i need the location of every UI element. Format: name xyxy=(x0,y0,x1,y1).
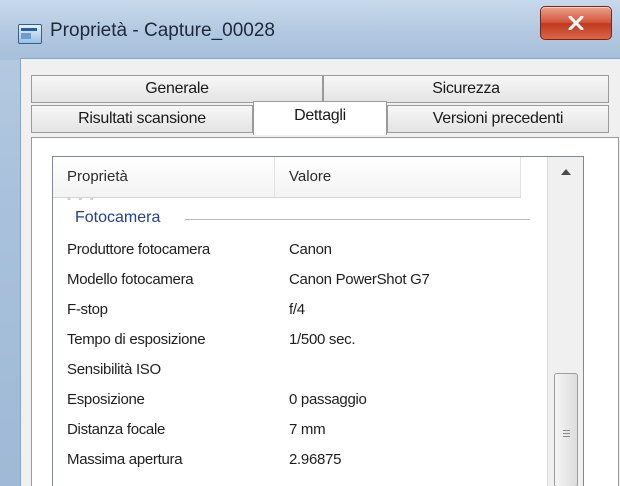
table-row[interactable]: Sensibilità ISO xyxy=(53,355,547,385)
property-name: Distanza focale xyxy=(67,421,166,438)
group-label: Fotocamera xyxy=(75,209,161,226)
column-header-value[interactable]: Valore xyxy=(275,157,521,197)
scroll-grip-icon xyxy=(563,436,570,437)
property-value: Canon PowerShot G7 xyxy=(289,271,430,288)
property-name: F-stop xyxy=(67,301,108,318)
property-name: Sensibilità ISO xyxy=(67,361,161,378)
properties-list[interactable]: Proprietà Valore ‐ ‐ ‐ Fotocamera Produt… xyxy=(52,156,584,486)
tab-dettagli[interactable]: Dettagli xyxy=(253,101,387,135)
tab-label: Risultati scansione xyxy=(78,110,206,127)
window-title: Proprietà - Capture_00028 xyxy=(50,20,275,41)
properties-window: Proprietà - Capture_00028 Generale Sicur… xyxy=(0,0,620,486)
property-value: 2.96875 xyxy=(289,451,342,468)
tab-risultati-scansione[interactable]: Risultati scansione xyxy=(31,105,253,133)
property-name: Tempo di esposizione xyxy=(67,331,206,348)
table-row[interactable]: Modello fotocamera Canon PowerShot G7 xyxy=(53,265,547,295)
property-name: Produttore fotocamera xyxy=(67,241,210,258)
column-header: Proprietà Valore xyxy=(53,157,521,198)
group-header-camera[interactable]: Fotocamera xyxy=(53,205,547,235)
vertical-scrollbar[interactable] xyxy=(547,157,583,486)
scroll-grip-icon xyxy=(563,430,570,431)
close-button[interactable] xyxy=(540,6,612,40)
table-row[interactable]: Massima apertura 2.96875 xyxy=(53,445,547,475)
tab-label: Versioni precedenti xyxy=(432,110,564,127)
table-row[interactable]: Produttore fotocamera Canon xyxy=(53,235,547,265)
title-bar[interactable]: Proprietà - Capture_00028 xyxy=(0,0,620,60)
table-row[interactable]: Tempo di esposizione 1/500 sec. xyxy=(53,325,547,355)
group-divider xyxy=(185,219,530,220)
tab-label: Sicurezza xyxy=(432,80,500,97)
tab-generale[interactable]: Generale xyxy=(31,75,323,103)
tab-sicurezza[interactable]: Sicurezza xyxy=(323,75,609,103)
tab-versioni-precedenti[interactable]: Versioni precedenti xyxy=(387,105,609,133)
scroll-thumb[interactable] xyxy=(554,373,578,486)
dialog-body: Generale Sicurezza Risultati scansione D… xyxy=(20,58,620,486)
table-row[interactable]: F-stop f/4 xyxy=(53,295,547,325)
property-value: 7 mm xyxy=(289,421,326,438)
chevron-up-icon xyxy=(561,169,571,175)
property-value: f/4 xyxy=(289,301,305,318)
tab-label: Generale xyxy=(145,80,209,97)
property-name: Esposizione xyxy=(67,391,145,408)
tab-label: Dettagli xyxy=(294,107,346,124)
table-row[interactable]: Distanza focale 7 mm xyxy=(53,415,547,445)
property-value: Canon xyxy=(289,241,332,258)
scrolled-row-fragment: ‐ ‐ ‐ xyxy=(67,191,96,205)
details-tab-page: Proprietà Valore ‐ ‐ ‐ Fotocamera Produt… xyxy=(31,137,619,486)
property-value: 1/500 sec. xyxy=(289,331,356,348)
properties-window-icon xyxy=(18,24,42,44)
property-name: Massima apertura xyxy=(67,451,183,468)
scroll-up-button[interactable] xyxy=(548,157,583,187)
property-name: Modello fotocamera xyxy=(67,271,194,288)
table-row[interactable]: Esposizione 0 passaggio xyxy=(53,385,547,415)
property-value: 0 passaggio xyxy=(289,391,367,408)
scroll-grip-icon xyxy=(563,433,570,434)
close-icon xyxy=(568,16,584,30)
